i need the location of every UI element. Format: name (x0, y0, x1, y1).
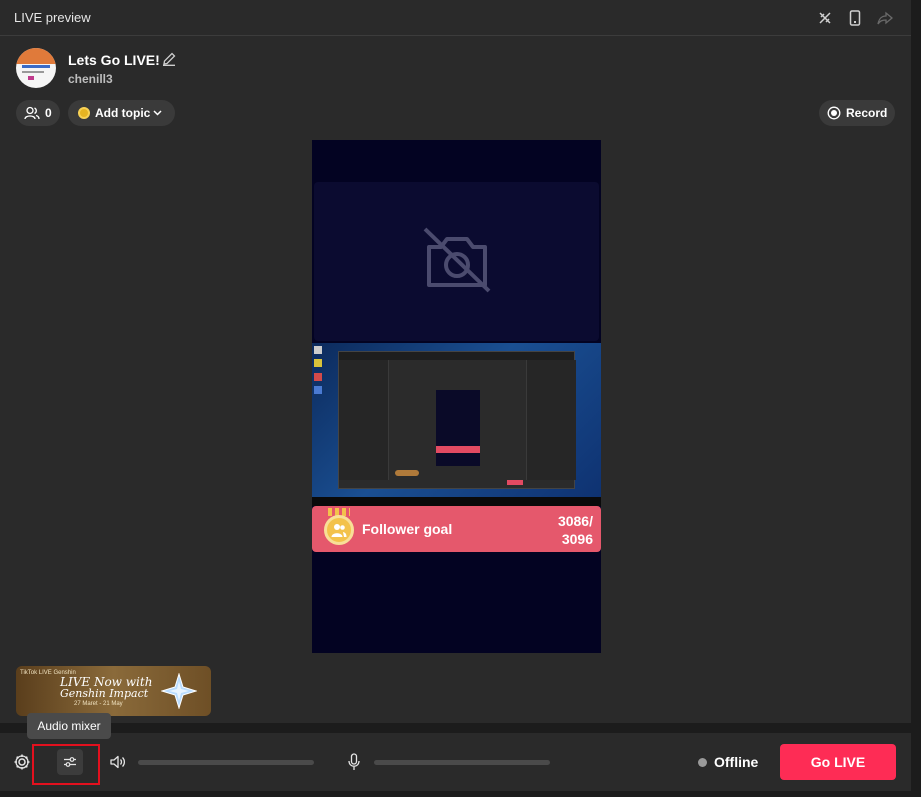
microphone-volume-meter[interactable] (374, 760, 550, 765)
viewer-count-button[interactable]: 0 (16, 100, 60, 126)
stream-preview: Follower goal 3086/ 3096 (312, 140, 601, 653)
stream-title: Lets Go LIVE! (68, 52, 160, 68)
window-title: LIVE preview (14, 10, 91, 25)
settings-gear-icon[interactable] (13, 753, 31, 771)
medal-icon (324, 515, 354, 545)
camera-off-icon (423, 227, 491, 293)
add-topic-label: Add topic (95, 106, 151, 120)
banner-dates: 27 Maret - 21 May (74, 701, 123, 707)
edit-title-icon[interactable] (162, 52, 176, 71)
record-button[interactable]: Record (819, 100, 895, 126)
microphone-icon[interactable] (346, 753, 362, 771)
sliders-icon (64, 757, 76, 767)
speaker-icon[interactable] (110, 754, 126, 770)
chevron-down-icon (153, 110, 162, 116)
viewers-icon (24, 106, 40, 120)
topic-icon (78, 107, 90, 119)
record-icon (827, 106, 841, 120)
audio-mixer-button[interactable] (57, 749, 83, 775)
speaker-volume-meter[interactable] (138, 760, 314, 765)
banner-line2: Genshin Impact (60, 687, 149, 700)
record-label: Record (846, 106, 888, 120)
audio-mixer-tooltip: Audio mixer (27, 713, 111, 739)
screen-capture-source[interactable] (312, 343, 601, 506)
follower-goal-widget[interactable]: Follower goal 3086/ 3096 (312, 506, 601, 552)
username: chenill3 (68, 72, 113, 86)
camera-source[interactable] (314, 182, 599, 341)
avatar (16, 48, 56, 88)
primogem-star-icon (161, 673, 197, 709)
live-status: Offline (714, 754, 759, 770)
live-preview-panel: LIVE preview Lets Go LIVE! chenill3 0 Ad… (0, 0, 911, 723)
crop-tools-icon[interactable] (815, 8, 835, 28)
follower-goal-count: 3086/ 3096 (557, 513, 593, 547)
share-icon[interactable] (875, 8, 895, 28)
add-topic-button[interactable]: Add topic (68, 100, 175, 126)
status-indicator-icon (698, 758, 707, 767)
viewer-count: 0 (45, 106, 52, 120)
title-bar: LIVE preview (0, 0, 911, 36)
go-live-button[interactable]: Go LIVE (780, 744, 896, 780)
follower-goal-label: Follower goal (362, 521, 453, 537)
portrait-mode-icon[interactable] (845, 8, 865, 28)
genshin-promo-banner[interactable]: TikTok LIVE Genshin LIVE Now with Genshi… (16, 666, 211, 716)
